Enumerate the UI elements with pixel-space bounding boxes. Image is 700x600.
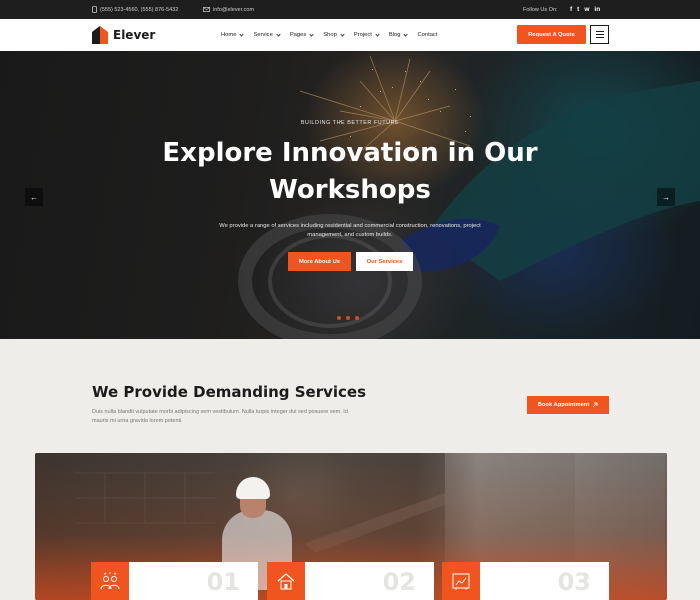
email-address: info@elever.com — [213, 6, 255, 13]
brand-name: Elever — [113, 28, 156, 42]
nav-item-service[interactable]: Service — [253, 31, 281, 38]
chevron-down-icon — [276, 31, 281, 37]
hamburger-menu-button[interactable] — [590, 25, 609, 44]
arrow-up-right-icon — [593, 402, 598, 408]
slider-dots — [337, 316, 359, 320]
brand-logo[interactable]: Elever — [92, 26, 155, 44]
our-services-button[interactable]: Our Services — [356, 252, 413, 271]
nav-item-home[interactable]: Home — [221, 31, 245, 38]
nav-menu: Home Service Pages Shop Project Blog Con… — [221, 19, 437, 51]
nav-item-pages[interactable]: Pages — [290, 31, 314, 38]
service-card-icon-box — [267, 562, 305, 600]
social-links: f t w in — [570, 0, 600, 19]
follow-label: Follow Us On: — [523, 6, 558, 13]
arrow-left-icon: ← — [30, 192, 38, 202]
linkedin-icon[interactable]: in — [594, 6, 600, 13]
slider-dot[interactable] — [355, 316, 359, 320]
nav-item-project[interactable]: Project — [354, 31, 380, 38]
chevron-down-icon — [375, 31, 380, 37]
arrow-right-icon: → — [662, 192, 670, 202]
service-card-number: 01 — [206, 568, 240, 596]
service-card-number: 03 — [557, 568, 591, 596]
chevron-down-icon — [340, 31, 345, 37]
service-card-icon-box — [91, 562, 129, 600]
logo-icon — [92, 26, 108, 44]
chevron-down-icon — [403, 31, 409, 37]
phone-icon — [92, 6, 97, 13]
worker-face — [240, 496, 266, 518]
menu-line — [595, 31, 604, 32]
nav-item-shop[interactable]: Shop — [323, 31, 345, 38]
report-icon — [452, 573, 470, 590]
slider-dot[interactable] — [337, 316, 341, 320]
request-quote-button[interactable]: Request A Quote — [517, 25, 586, 44]
services-text: Duis nulla blandit vulputate morbi adipi… — [92, 409, 348, 424]
phone-info[interactable]: (555) 523-4560, (555) 876-5432 — [92, 0, 178, 19]
menu-line — [595, 37, 604, 38]
mail-icon — [203, 7, 210, 12]
team-icon — [100, 572, 120, 590]
chevron-down-icon — [239, 31, 245, 37]
slider-dot[interactable] — [346, 316, 350, 320]
service-card-number: 02 — [382, 568, 416, 596]
service-card-3[interactable]: 03 — [442, 562, 609, 600]
twitter-icon[interactable]: t — [577, 6, 579, 13]
hero-slider: BUILDING THE BETTER FUTURE Explore Innov… — [0, 51, 700, 339]
service-card-1[interactable]: 01 — [91, 562, 258, 600]
menu-line — [595, 34, 604, 35]
top-bar: (555) 523-4560, (555) 876-5432 info@elev… — [0, 0, 700, 19]
email-info[interactable]: info@elever.com — [203, 0, 254, 19]
hero-title: Explore Innovation in Our Workshops — [162, 138, 538, 205]
next-slide-button[interactable]: → — [657, 188, 675, 206]
nav-item-blog[interactable]: Blog — [389, 31, 409, 38]
service-card-2[interactable]: 02 — [267, 562, 434, 600]
house-icon — [277, 573, 295, 590]
more-about-us-button[interactable]: More About Us — [288, 252, 351, 271]
services-title: We Provide Demanding Services — [92, 383, 367, 401]
book-appointment-button[interactable]: Book Appointment — [527, 396, 609, 414]
hero-description: We provide a range of services including… — [219, 223, 481, 238]
whatsapp-icon[interactable]: w — [584, 6, 589, 13]
prev-slide-button[interactable]: ← — [25, 188, 43, 206]
hero-subtitle: BUILDING THE BETTER FUTURE — [300, 120, 400, 126]
facebook-icon[interactable]: f — [570, 6, 572, 13]
service-card-icon-box — [442, 562, 480, 600]
phone-numbers: (555) 523-4560, (555) 876-5432 — [100, 6, 179, 13]
nav-item-contact[interactable]: Contact — [417, 32, 437, 38]
chevron-down-icon — [309, 31, 314, 37]
